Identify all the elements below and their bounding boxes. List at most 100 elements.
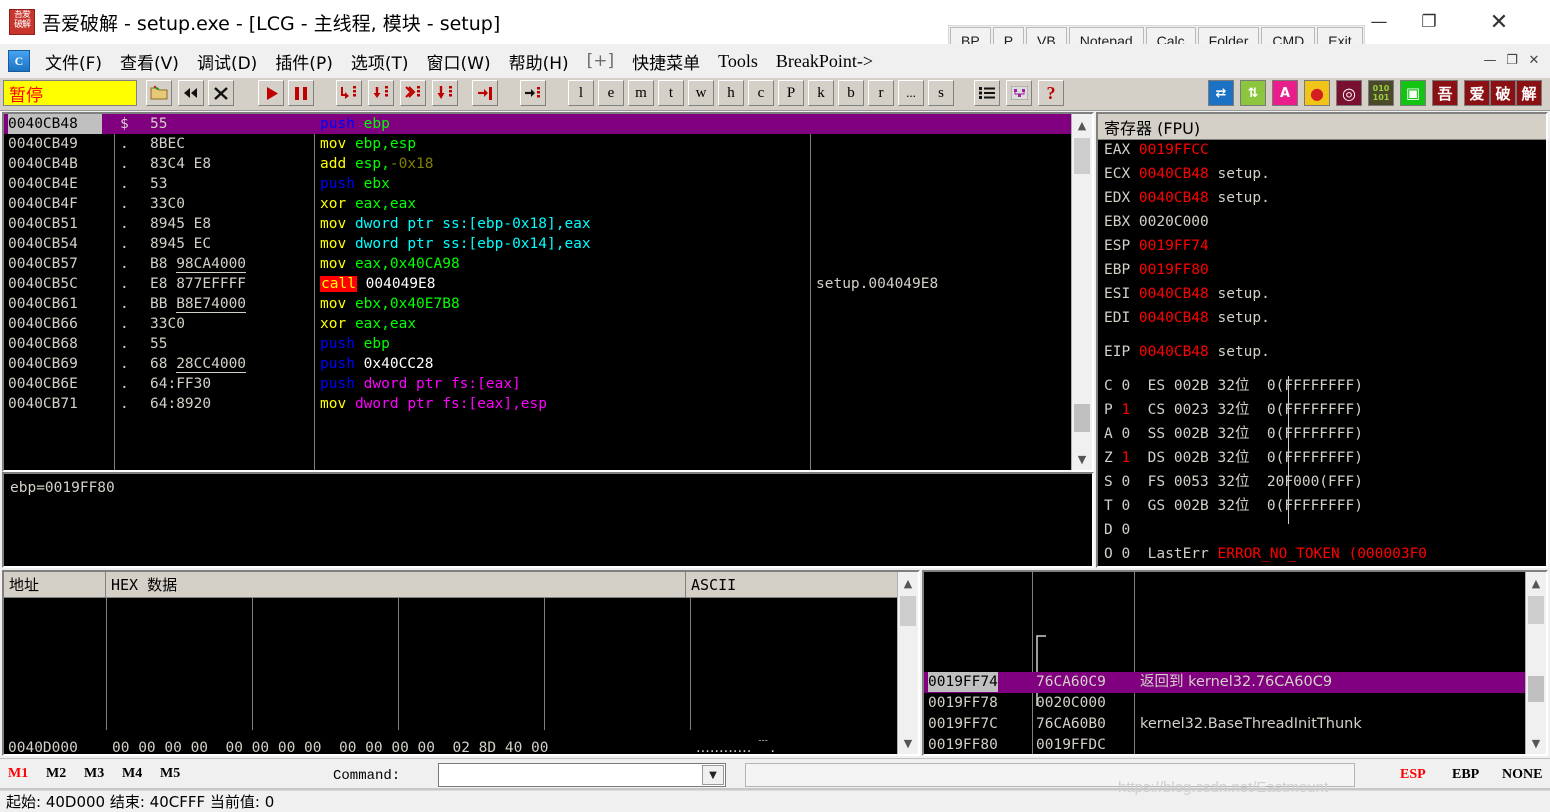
sync-icon[interactable]: ⇄ bbox=[1208, 80, 1234, 106]
register-row[interactable]: EBX 0020C000 bbox=[1098, 212, 1546, 236]
disassembly-scrollbar[interactable]: ▲ ▼ bbox=[1071, 114, 1092, 470]
dump-scrollbar[interactable]: ▲ ▼ bbox=[897, 572, 918, 754]
flag-row[interactable]: P 1 CS 0023 32位 0(FFFFFFFF) bbox=[1098, 400, 1546, 424]
stack-scrollbar[interactable]: ▲ ▼ bbox=[1525, 572, 1546, 754]
disassembly-row[interactable]: 0040CB48 $55 push ebp bbox=[4, 114, 1092, 134]
flag-row[interactable]: Z 1 DS 002B 32位 0(FFFFFFFF) bbox=[1098, 448, 1546, 472]
disassembly-row[interactable]: 0040CB69. 68 28CC4000 push 0x40CC28 bbox=[4, 354, 1092, 374]
disassembly-row[interactable]: 0040CB6E. 64:FF30 push dword ptr fs:[eax] bbox=[4, 374, 1092, 394]
register-row[interactable]: ESI 0040CB48 setup. bbox=[1098, 284, 1546, 308]
menu-quickmenu[interactable]: 快捷菜单 bbox=[623, 47, 709, 76]
disassembly-row[interactable]: 0040CB68. 55 push ebp bbox=[4, 334, 1092, 354]
menu-plugins[interactable]: 插件(P) bbox=[266, 47, 342, 76]
ai-icon[interactable]: 爱 bbox=[1464, 80, 1490, 106]
toolbar-letter-l[interactable]: l bbox=[568, 80, 594, 106]
open-file-icon[interactable] bbox=[146, 80, 172, 106]
register-rows[interactable]: EAX 0019FFCC ECX 0040CB48 setup. EDX 0040C… bbox=[1098, 140, 1546, 566]
execute-till-return-icon[interactable] bbox=[472, 80, 498, 106]
trace-into-icon[interactable] bbox=[400, 80, 426, 106]
help-icon[interactable]: ? bbox=[1038, 80, 1064, 106]
register-row[interactable]: EDI 0040CB48 setup. bbox=[1098, 308, 1546, 332]
flag-row[interactable]: T 0 GS 002B 32位 0(FFFFFFFF) bbox=[1098, 496, 1546, 520]
window-layout-icon[interactable]: ▣ bbox=[1400, 80, 1426, 106]
disassembly-row[interactable]: 0040CB54. 8945 EC mov dword ptr ss:[ebp-0x… bbox=[4, 234, 1092, 254]
scroll-down-icon[interactable]: ▼ bbox=[1072, 448, 1092, 470]
registers-pane[interactable]: 寄存器 (FPU) EAX 0019FFCC ECX 0040CB48 setup… bbox=[1096, 112, 1548, 568]
disassembly-row[interactable]: 0040CB71. 64:8920 mov dword ptr fs:[eax],e… bbox=[4, 394, 1092, 414]
menu-view[interactable]: 查看(V) bbox=[111, 47, 188, 76]
disassembly-row[interactable]: 0040CB4B. 83C4 E8 add esp,-0x18 bbox=[4, 154, 1092, 174]
toolbar-letter-h[interactable]: h bbox=[718, 80, 744, 106]
toolbar-letter-s[interactable]: s bbox=[928, 80, 954, 106]
menu-plus[interactable]: [+] bbox=[578, 49, 624, 73]
disassembly-row[interactable]: 0040CB4E. 53 push ebx bbox=[4, 174, 1092, 194]
reg-tag-esp[interactable]: ESP bbox=[1400, 767, 1426, 783]
goto-icon[interactable] bbox=[520, 80, 546, 106]
reg-tag-ebp[interactable]: EBP bbox=[1452, 767, 1479, 783]
target-icon[interactable]: ◎ bbox=[1336, 80, 1362, 106]
flag-row[interactable]: D 0 bbox=[1098, 520, 1546, 544]
trace-over-icon[interactable] bbox=[432, 80, 458, 106]
window-close-button[interactable]: ✕ bbox=[1470, 6, 1528, 38]
memo-button-m3[interactable]: M3 bbox=[84, 766, 104, 782]
window-maximize-button[interactable]: ❐ bbox=[1406, 6, 1452, 38]
toolbar-letter-e[interactable]: e bbox=[598, 80, 624, 106]
menu-file[interactable]: 文件(F) bbox=[36, 47, 111, 76]
menu-options[interactable]: 选项(T) bbox=[342, 47, 418, 76]
disassembly-rows[interactable]: 0040CB48 $55 push ebp 0040CB49. 8BEC mov ebp,… bbox=[4, 114, 1092, 414]
dump-row[interactable]: 0040D000 00 00 00 00 00 00 00 00 00 00 00… bbox=[4, 738, 918, 754]
menu-window[interactable]: 窗口(W) bbox=[418, 47, 500, 76]
disassembly-pane[interactable]: 0040CB48 $55 push ebp 0040CB49. 8BEC mov ebp,… bbox=[2, 112, 1094, 472]
toolbar-letter-m[interactable]: m bbox=[628, 80, 654, 106]
disassembly-row[interactable]: 0040CB61. BB B8E74000 mov ebx,0x40E7B8 bbox=[4, 294, 1092, 314]
flag-row[interactable]: C 0 ES 002B 32位 0(FFFFFFFF) bbox=[1098, 376, 1546, 400]
scroll-up-icon[interactable]: ▲ bbox=[898, 572, 918, 594]
scroll-thumb-secondary[interactable] bbox=[1074, 404, 1090, 432]
binary-icon[interactable]: 010 101 bbox=[1368, 80, 1394, 106]
mdi-minimize-button[interactable]: — bbox=[1480, 50, 1500, 70]
toolbar-letter-k[interactable]: k bbox=[808, 80, 834, 106]
toolbar-letter-c[interactable]: c bbox=[748, 80, 774, 106]
memo-button-m1[interactable]: M1 bbox=[8, 766, 28, 782]
toolbar-letter-r[interactable]: r bbox=[868, 80, 894, 106]
plugin-grid-icon[interactable] bbox=[1006, 80, 1032, 106]
step-into-icon[interactable] bbox=[336, 80, 362, 106]
register-row[interactable]: ECX 0040CB48 setup. bbox=[1098, 164, 1546, 188]
flag-row[interactable]: O 0 LastErr ERROR_NO_TOKEN (000003F0 bbox=[1098, 544, 1546, 566]
mdi-close-button[interactable]: ✕ bbox=[1524, 50, 1544, 70]
command-dropdown-icon[interactable]: ▼ bbox=[702, 765, 724, 785]
disassembly-row[interactable]: 0040CB49. 8BEC mov ebp,esp bbox=[4, 134, 1092, 154]
menu-debug[interactable]: 调试(D) bbox=[188, 47, 266, 76]
secondary-input[interactable] bbox=[745, 763, 1355, 787]
toolbar-letter-ellipsis[interactable]: ... bbox=[898, 80, 924, 106]
mdi-child-icon[interactable]: C bbox=[8, 50, 30, 72]
stack-pane[interactable]: 0019FF74 76CA60C9 返回到 kernel32.76CA60C9 001… bbox=[922, 570, 1548, 756]
register-row[interactable]: EAX 0019FFCC bbox=[1098, 140, 1546, 164]
record-icon[interactable]: ● bbox=[1304, 80, 1330, 106]
toolbar-letter-w[interactable]: w bbox=[688, 80, 714, 106]
disassembly-row[interactable]: 0040CB57. B8 98CA4000 mov eax,0x40CA98 bbox=[4, 254, 1092, 274]
po-icon[interactable]: 破 bbox=[1490, 80, 1516, 106]
memo-button-m4[interactable]: M4 bbox=[122, 766, 142, 782]
stack-row[interactable]: 0019FF78 0020C000 bbox=[924, 693, 1546, 714]
stack-rows[interactable]: 0019FF74 76CA60C9 返回到 kernel32.76CA60C9 001… bbox=[924, 572, 1546, 754]
flag-row[interactable]: S 0 FS 0053 32位 20F000(FFF) bbox=[1098, 472, 1546, 496]
register-row-eip[interactable]: EIP 0040CB48 setup. bbox=[1098, 342, 1546, 366]
scroll-up-icon[interactable]: ▲ bbox=[1072, 114, 1092, 136]
toolbar-letter-b[interactable]: b bbox=[838, 80, 864, 106]
command-input-wrapper[interactable]: ▼ bbox=[438, 763, 726, 787]
window-minimize-button[interactable]: — bbox=[1356, 6, 1402, 38]
command-input[interactable] bbox=[439, 764, 700, 786]
pause-icon[interactable] bbox=[288, 80, 314, 106]
disassembly-row[interactable]: 0040CB51. 8945 E8 mov dword ptr ss:[ebp-0x… bbox=[4, 214, 1092, 234]
close-program-icon[interactable] bbox=[208, 80, 234, 106]
toolbar-letter-t[interactable]: t bbox=[658, 80, 684, 106]
menu-breakpoint[interactable]: BreakPoint-> bbox=[767, 49, 882, 74]
memory-dump-pane[interactable]: 地址 HEX 数据 ASCII 0040D000 00 00 00 00 00 0… bbox=[2, 570, 920, 756]
run-icon[interactable] bbox=[258, 80, 284, 106]
stack-row[interactable]: 0019FF7C 76CA60B0 kernel32.BaseThreadInitT… bbox=[924, 714, 1546, 735]
list-view-icon[interactable] bbox=[974, 80, 1000, 106]
restart-icon[interactable] bbox=[178, 80, 204, 106]
register-row[interactable]: ESP 0019FF74 bbox=[1098, 236, 1546, 260]
reg-tag-none[interactable]: NONE bbox=[1502, 767, 1542, 783]
